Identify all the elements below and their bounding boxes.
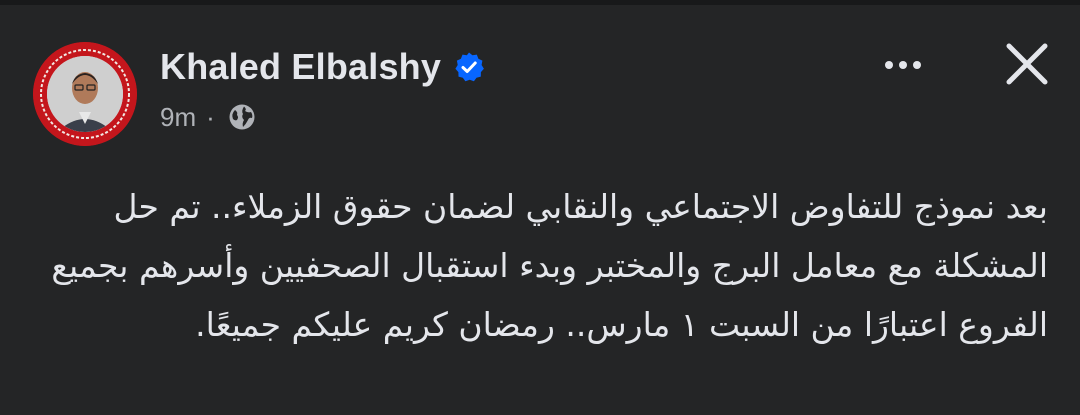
close-button[interactable]: [998, 35, 1056, 93]
post-meta: 9m ·: [160, 99, 257, 135]
avatar[interactable]: [33, 42, 137, 146]
verified-badge-icon: [453, 51, 485, 83]
author-name[interactable]: Khaled Elbalshy: [160, 46, 441, 88]
meta-separator: ·: [206, 101, 215, 132]
more-options-button[interactable]: [875, 45, 931, 85]
post-timestamp[interactable]: 9m: [160, 102, 196, 133]
close-icon: [1006, 43, 1048, 85]
more-dots-icon: [885, 61, 921, 69]
facebook-post: Khaled Elbalshy 9m · بعد نموذج للتفاوض ا…: [0, 5, 1080, 415]
avatar-image: [33, 42, 137, 146]
globe-icon[interactable]: [227, 102, 257, 132]
author-row: Khaled Elbalshy: [160, 41, 485, 93]
post-body-text: بعد نموذج للتفاوض الاجتماعي والنقابي لضم…: [51, 187, 1048, 344]
